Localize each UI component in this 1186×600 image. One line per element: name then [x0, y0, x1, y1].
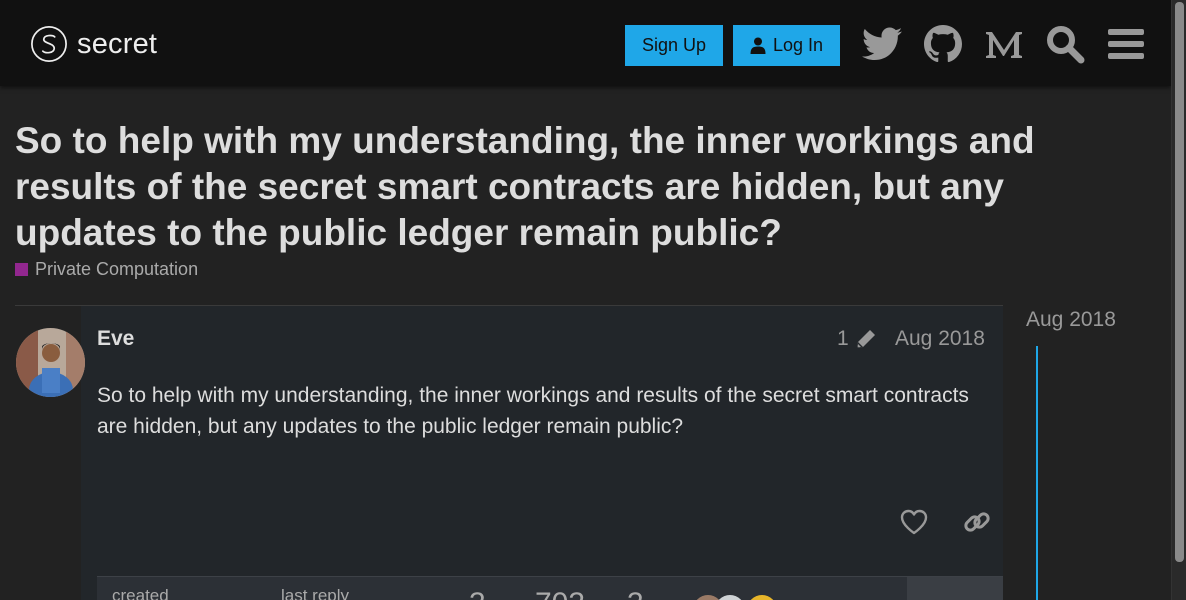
topic-map: created last reply 3 703 3 — [97, 576, 1003, 600]
search-icon[interactable] — [1043, 22, 1087, 66]
twitter-icon[interactable] — [860, 22, 904, 66]
category-badge[interactable]: Private Computation — [15, 259, 198, 280]
post-body: So to help with my understanding, the in… — [97, 384, 969, 438]
participant-avatar[interactable] — [747, 595, 777, 600]
share-link-button[interactable] — [960, 505, 994, 539]
participant-avatar[interactable] — [715, 595, 745, 600]
sign-up-button[interactable]: Sign Up — [625, 25, 723, 66]
page-scrollbar[interactable] — [1171, 0, 1186, 600]
topic-map-expand-button[interactable] — [907, 577, 1003, 600]
hamburger-menu-icon[interactable] — [1104, 22, 1148, 66]
secret-logo-icon — [31, 26, 67, 62]
replies-count: 3 — [469, 587, 486, 600]
github-icon[interactable] — [921, 22, 965, 66]
last-reply-label: last reply — [281, 586, 350, 600]
category-name: Private Computation — [35, 259, 199, 279]
avatar[interactable] — [16, 328, 85, 397]
created-label: created — [112, 586, 169, 600]
edit-count: 1 — [837, 327, 849, 350]
category-color-swatch — [15, 263, 28, 276]
edit-history[interactable]: 1 — [837, 327, 877, 351]
views-count: 703 — [535, 587, 585, 600]
topic-title[interactable]: So to help with my understanding, the in… — [15, 118, 1065, 256]
site-logo[interactable]: secret — [30, 24, 157, 64]
timeline-scrubber[interactable] — [1036, 346, 1038, 600]
timeline-date[interactable]: Aug 2018 — [1026, 308, 1116, 332]
link-icon — [964, 512, 990, 532]
like-button[interactable] — [897, 505, 931, 539]
logo-text: secret — [77, 27, 158, 60]
pencil-icon — [856, 330, 875, 348]
scrollbar-thumb[interactable] — [1175, 2, 1184, 562]
log-in-button[interactable]: Log In — [733, 25, 840, 66]
post-username[interactable]: Eve — [97, 327, 134, 351]
user-icon — [750, 37, 766, 54]
post-date[interactable]: Aug 2018 — [895, 327, 985, 351]
site-header: secret Sign Up Log In — [0, 0, 1171, 86]
heart-icon — [900, 509, 928, 535]
log-in-label: Log In — [772, 35, 824, 55]
medium-icon[interactable] — [982, 22, 1026, 66]
users-count: 3 — [627, 587, 644, 600]
